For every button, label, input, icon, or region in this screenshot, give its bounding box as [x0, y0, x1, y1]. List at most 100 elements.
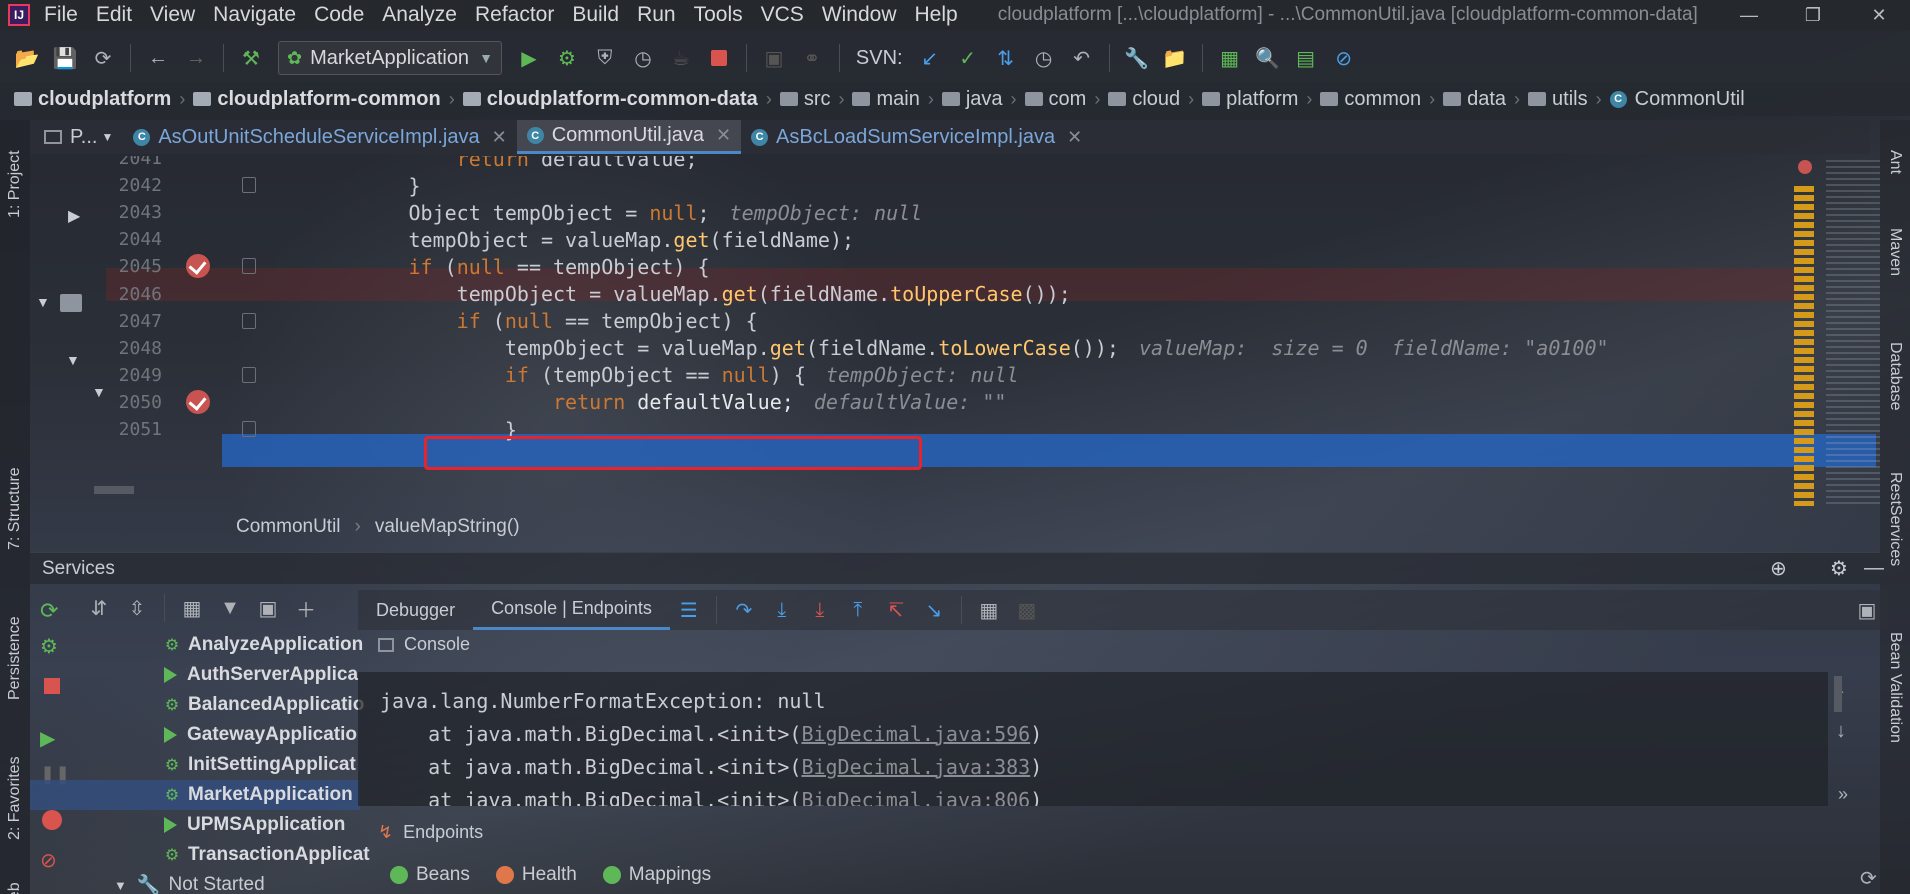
ant-tool-tab[interactable]: Ant	[1886, 150, 1904, 174]
refresh-icon[interactable]: ⟳	[1860, 866, 1877, 891]
breadcrumb-item[interactable]: java ›	[941, 88, 1025, 111]
favorites-tool-tab[interactable]: 2: Favorites	[6, 730, 24, 840]
run-icon[interactable]: ▶	[514, 43, 544, 73]
scroll-down-arrow-icon[interactable]: ↓	[1836, 720, 1846, 743]
drop-frame-icon[interactable]: ↸	[881, 595, 911, 625]
menu-view[interactable]: View	[150, 3, 195, 27]
stack-trace-link[interactable]: BigDecimal.java:806	[801, 788, 1030, 807]
back-arrow-icon[interactable]: ←	[143, 43, 173, 73]
menu-help[interactable]: Help	[915, 3, 958, 27]
run-to-cursor-icon[interactable]: ↘	[919, 595, 949, 625]
breadcrumb-item[interactable]: platform ›	[1202, 88, 1320, 111]
gutter[interactable]	[162, 413, 264, 446]
breakpoint-icon[interactable]	[186, 389, 210, 414]
close-tab-icon[interactable]: ✕	[492, 127, 507, 148]
expand-all-icon[interactable]: ⇵	[84, 593, 114, 623]
error-marker-icon[interactable]	[1798, 160, 1812, 174]
tab-asbcloadsumserviceimpl[interactable]: C AsBcLoadSumServiceImpl.java ✕	[741, 120, 1092, 154]
project-structure-icon[interactable]: 📁	[1160, 43, 1190, 73]
menu-window[interactable]: Window	[822, 3, 897, 27]
collapse-arrow-icon[interactable]: ▶	[68, 206, 80, 226]
fold-marker-icon[interactable]	[242, 177, 256, 194]
tab-console-endpoints[interactable]: Console | Endpoints	[473, 590, 670, 630]
power-save-icon[interactable]: ⊘	[1329, 43, 1359, 73]
service-item[interactable]: GatewayApplicatio	[30, 720, 360, 750]
close-tab-icon[interactable]: ✕	[1067, 127, 1082, 148]
new-service-icon[interactable]: ▣	[253, 593, 283, 623]
layout-settings-icon[interactable]: ▣	[1852, 595, 1882, 625]
breadcrumb-item[interactable]: common ›	[1320, 88, 1443, 111]
history-clock-icon[interactable]: ◷	[1029, 43, 1059, 73]
evaluate-expression-icon[interactable]: ▦	[974, 595, 1004, 625]
collapse-all-icon[interactable]: ⇳	[122, 593, 152, 623]
menu-code[interactable]: Code	[314, 3, 364, 27]
code-editor[interactable]: 2041 return defaultValue; 2042 } 2043 Obje…	[106, 156, 1876, 506]
stack-trace-link[interactable]: BigDecimal.java:383	[801, 755, 1030, 779]
run-configuration-select[interactable]: ✿ MarketApplication ▼	[278, 41, 502, 75]
breadcrumb-item[interactable]: cloudplatform-common-data ›	[462, 88, 780, 111]
debug-bug-icon[interactable]: ⚙	[552, 43, 582, 73]
step-out-icon[interactable]: ⤒	[843, 595, 873, 625]
breakpoint-icon[interactable]	[186, 254, 210, 279]
more-chevron-icon[interactable]: »	[1838, 784, 1848, 805]
menu-edit[interactable]: Edit	[96, 3, 132, 27]
editor-breadcrumb-class[interactable]: CommonUtil	[236, 516, 341, 538]
tab-asoutunitscheduleserviceimpl[interactable]: C AsOutUnitScheduleServiceImpl.java ✕	[123, 120, 516, 154]
editor-breadcrumb-method[interactable]: valueMapString()	[375, 516, 520, 538]
web-tool-tab[interactable]: Web	[6, 875, 24, 894]
sync-icon[interactable]: ⟳	[88, 43, 118, 73]
database-tool-tab[interactable]: Database	[1886, 342, 1904, 411]
project-tool-tab[interactable]: 1: Project	[6, 128, 24, 218]
hide-panel-icon[interactable]: —	[1864, 557, 1884, 580]
service-item[interactable]: AuthServerApplica	[30, 660, 360, 690]
service-item[interactable]: ⚙ InitSettingApplicat	[30, 750, 360, 780]
project-panel-tab[interactable]: P... ▼	[30, 120, 123, 154]
forward-arrow-icon[interactable]: →	[181, 43, 211, 73]
service-item[interactable]: ⚙ AnalyzeApplication	[30, 630, 363, 660]
menu-tools[interactable]: Tools	[694, 3, 743, 27]
tab-commonutil[interactable]: C CommonUtil.java ✕	[516, 120, 742, 154]
console-output[interactable]: java.lang.NumberFormatException: null at…	[358, 672, 1828, 806]
rollback-icon[interactable]: ↶	[1067, 43, 1097, 73]
add-icon[interactable]: ＋	[291, 593, 321, 623]
service-item[interactable]: ⚙ MarketApplication	[30, 780, 360, 810]
structure-tool-tab[interactable]: 7: Structure	[6, 450, 24, 550]
service-item[interactable]: ⚙ BalancedApplicatio	[30, 690, 365, 720]
close-tab-icon[interactable]: ✕	[716, 125, 731, 146]
endpoint-tab-beans[interactable]: Beans	[390, 864, 470, 886]
profile-icon[interactable]: ◷	[628, 43, 658, 73]
fold-marker-icon[interactable]	[242, 258, 256, 275]
save-all-icon[interactable]: 💾	[50, 43, 80, 73]
vcs-commit-icon[interactable]: ⚭	[797, 43, 827, 73]
gear-icon[interactable]: ⚙	[1830, 556, 1848, 581]
coverage-icon[interactable]: ⛨	[590, 43, 620, 73]
expand-arrow-icon[interactable]: ▼	[92, 384, 106, 400]
endpoint-tab-mappings[interactable]: Mappings	[602, 864, 711, 886]
menu-run[interactable]: Run	[637, 3, 676, 27]
menu-vcs[interactable]: VCS	[761, 3, 804, 27]
breadcrumb-item[interactable]: main ›	[852, 88, 941, 111]
search-icon[interactable]: 🔍	[1253, 43, 1283, 73]
trace-stream-icon[interactable]: ▩	[1012, 595, 1042, 625]
build-hammer-icon[interactable]: ⚒	[236, 43, 266, 73]
activity-monitor-icon[interactable]: ▤	[1291, 43, 1321, 73]
breadcrumb-item[interactable]: C CommonUtil	[1609, 88, 1751, 111]
close-window-icon[interactable]: ✕	[1856, 0, 1902, 30]
fold-marker-icon[interactable]	[242, 421, 256, 437]
crosshair-icon[interactable]: ⊕	[1770, 556, 1787, 581]
rerun-icon[interactable]: ⟳	[40, 598, 58, 624]
maven-tool-tab[interactable]: Maven	[1886, 228, 1904, 276]
tab-debugger[interactable]: Debugger	[358, 590, 473, 630]
breadcrumb-item[interactable]: cloudplatform-common ›	[193, 88, 462, 111]
vcs-update-icon[interactable]: ▣	[759, 43, 789, 73]
service-group[interactable]: ▼ 🔧 Not Started	[30, 870, 360, 894]
group-by-icon[interactable]: ▦	[177, 593, 207, 623]
breadcrumb-item[interactable]: cloud ›	[1108, 88, 1202, 111]
menu-file[interactable]: File	[44, 3, 78, 27]
open-folder-icon[interactable]: 📂	[12, 43, 42, 73]
breadcrumb-item[interactable]: com ›	[1024, 88, 1109, 111]
terminal-icon[interactable]: ▦	[1215, 43, 1245, 73]
menu-analyze[interactable]: Analyze	[382, 3, 457, 27]
stop-icon[interactable]	[704, 43, 734, 73]
svn-update-icon[interactable]: ↙	[915, 43, 945, 73]
